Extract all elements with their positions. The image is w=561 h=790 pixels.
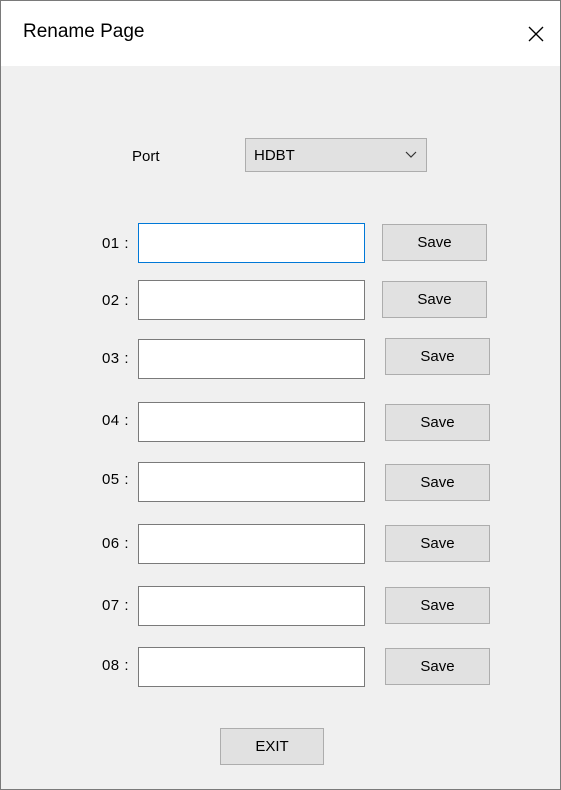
row-label-01: 01 : xyxy=(101,235,129,252)
name-input-01[interactable] xyxy=(138,223,365,263)
name-input-06[interactable] xyxy=(138,524,365,564)
save-button-07[interactable]: Save xyxy=(385,587,490,624)
rename-page-dialog: Rename Page Port HDBT 01 : Save 02 : Sav… xyxy=(0,0,561,790)
exit-button[interactable]: EXIT xyxy=(220,728,324,765)
port-label: Port xyxy=(132,148,160,165)
window-title: Rename Page xyxy=(23,21,145,42)
row-label-05: 05 : xyxy=(101,471,129,488)
save-button-04[interactable]: Save xyxy=(385,404,490,441)
save-button-05[interactable]: Save xyxy=(385,464,490,501)
row-label-04: 04 : xyxy=(101,412,129,429)
close-button[interactable] xyxy=(512,1,560,66)
name-input-05[interactable] xyxy=(138,462,365,502)
port-select-value: HDBT xyxy=(254,147,295,164)
row-label-08: 08 : xyxy=(101,657,129,674)
row-label-07: 07 : xyxy=(101,597,129,614)
save-button-08[interactable]: Save xyxy=(385,648,490,685)
title-bar: Rename Page xyxy=(1,1,560,66)
row-label-03: 03 : xyxy=(101,350,129,367)
port-select[interactable]: HDBT xyxy=(245,138,427,172)
save-button-02[interactable]: Save xyxy=(382,281,487,318)
save-button-06[interactable]: Save xyxy=(385,525,490,562)
close-icon xyxy=(528,26,544,41)
name-input-04[interactable] xyxy=(138,402,365,442)
name-input-03[interactable] xyxy=(138,339,365,379)
save-button-03[interactable]: Save xyxy=(385,338,490,375)
name-input-08[interactable] xyxy=(138,647,365,687)
name-input-07[interactable] xyxy=(138,586,365,626)
chevron-down-icon xyxy=(405,151,417,158)
name-input-02[interactable] xyxy=(138,280,365,320)
row-label-06: 06 : xyxy=(101,535,129,552)
row-label-02: 02 : xyxy=(101,292,129,309)
save-button-01[interactable]: Save xyxy=(382,224,487,261)
